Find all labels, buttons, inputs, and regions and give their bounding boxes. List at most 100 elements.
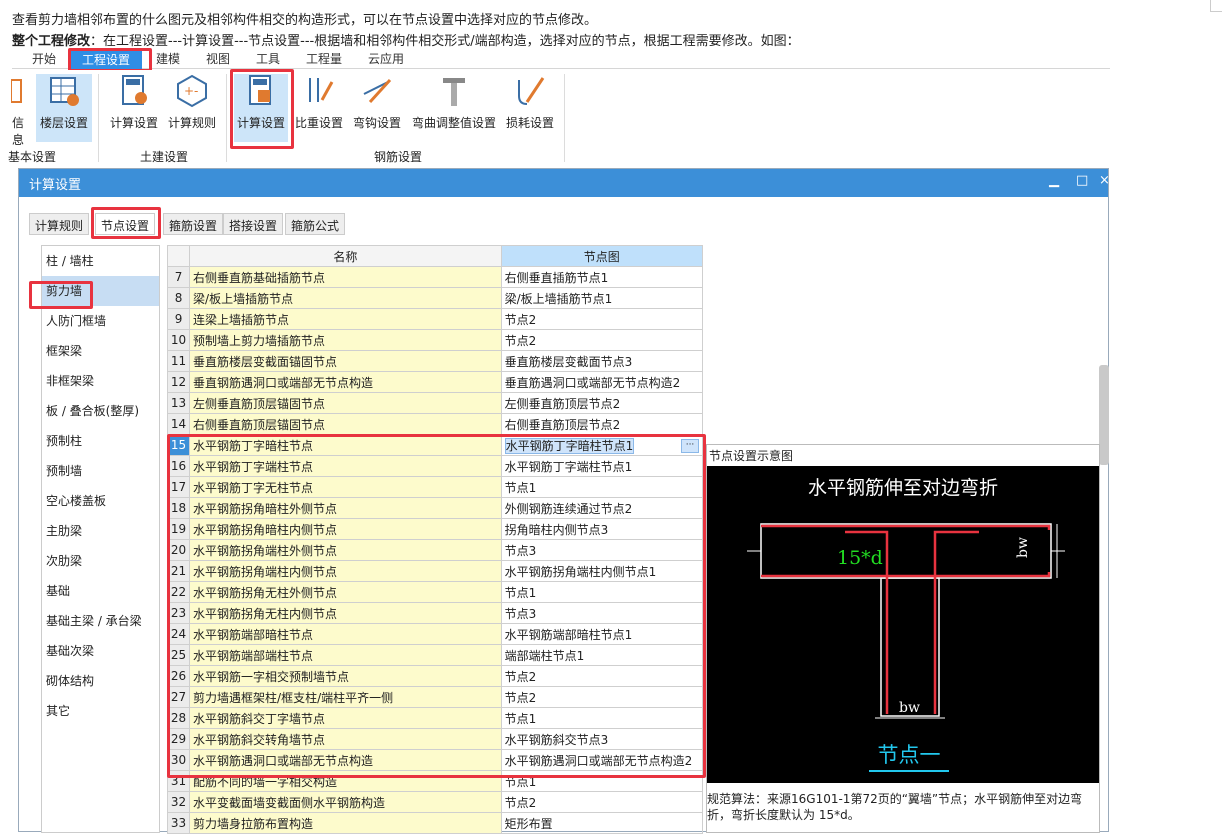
node-value-cell[interactable]: 梁/板上墙插筋节点1 [500, 287, 704, 309]
t-junction-drawing: 水平钢筋伸至对边弯折 15*d bw bw 节点一 [747, 477, 1065, 772]
node-value-cell[interactable]: 节点2 [500, 308, 704, 330]
bend-adjust-label: 弯曲调整值设置 [411, 116, 496, 130]
group-label-basic: 基本设置 [8, 150, 57, 164]
node-value-text: 左侧垂直筋顶层节点2 [504, 396, 621, 411]
svg-text:+-: +- [184, 84, 198, 98]
weight-settings-label: 比重设置 [294, 116, 343, 130]
civil-calc-settings-button[interactable]: 计算设置 [106, 74, 162, 131]
category-item[interactable]: 基础 [42, 576, 159, 606]
node-value-cell[interactable]: 节点2 [500, 329, 704, 351]
calc-settings-highlight [230, 69, 294, 149]
node-value-text: 节点2 [504, 312, 537, 327]
table-row[interactable]: 32 水平变截面墙变截面侧水平钢筋构造 节点2 [166, 791, 704, 813]
category-item[interactable]: 板 / 叠合板(整厚) [42, 396, 159, 426]
floor-settings-button[interactable]: 楼层设置 [36, 74, 92, 142]
info-icon [10, 74, 25, 108]
tab-quantity[interactable]: 工程量 [306, 50, 342, 67]
node-name-cell: 连梁上墙插筋节点 [189, 308, 502, 330]
bend-adjust-button[interactable]: 弯曲调整值设置 [408, 74, 500, 131]
dim-bw-vertical: bw [1015, 537, 1031, 558]
minimize-icon[interactable]: ▁ [1049, 173, 1059, 188]
row-number: 33 [166, 812, 191, 834]
floor-grid-icon [47, 74, 81, 108]
dim-bw-horizontal: bw [899, 700, 920, 716]
tab-highlight [68, 48, 152, 72]
category-item[interactable]: 非框架梁 [42, 366, 159, 396]
group-label-civil: 土建设置 [140, 150, 189, 164]
hook-settings-button[interactable]: 弯钩设置 [350, 74, 404, 131]
category-item[interactable]: 空心楼盖板 [42, 486, 159, 516]
dim-15d-label: 15*d [837, 547, 883, 569]
category-item[interactable]: 基础主梁 / 承台梁 [42, 606, 159, 636]
tab-tools[interactable]: 工具 [256, 50, 280, 67]
floor-settings-label: 楼层设置 [39, 116, 88, 130]
tab-modeling[interactable]: 建模 [156, 50, 180, 67]
tab-cloud[interactable]: 云应用 [368, 50, 404, 67]
table-row[interactable]: 33 剪力墙身拉筋布置构造 矩形布置 [166, 812, 704, 834]
row-number: 10 [166, 329, 191, 351]
loss-settings-button[interactable]: 损耗设置 [502, 74, 558, 131]
diagram-heading: 水平钢筋伸至对边弯折 [808, 477, 998, 499]
category-item[interactable]: 次肋梁 [42, 546, 159, 576]
node-value-cell[interactable]: 右侧垂直插筋节点1 [500, 266, 704, 288]
node-tab-highlight [91, 207, 161, 239]
tab-view[interactable]: 视图 [206, 50, 230, 67]
ribbon: 开始 工程设置 建模 视图 工具 工程量 云应用 信息 楼层设置 计算设置 +-… [8, 47, 1110, 168]
category-item[interactable]: 主肋梁 [42, 516, 159, 546]
node-value-cell[interactable]: 右侧垂直筋顶层节点2 [500, 413, 704, 435]
table-row[interactable]: 13 左侧垂直筋顶层锚固节点 左侧垂直筋顶层节点2 [166, 392, 704, 414]
vertical-scrollbar[interactable] [1099, 365, 1109, 465]
category-item[interactable]: 基础次梁 [42, 636, 159, 666]
group-separator [98, 74, 99, 162]
tab-stirrup-formula[interactable]: 箍筋公式 [285, 213, 346, 235]
preview-description: 规范算法：来源16G101-1第72页的“翼墙”节点；水平钢筋伸至对边弯折，弯折… [707, 792, 1083, 822]
node-name-cell: 预制墙上剪力墙插筋节点 [189, 329, 502, 351]
calc-rules-button[interactable]: +- 计算规则 [164, 74, 220, 131]
info-button[interactable]: 信息 [8, 74, 28, 148]
tab-start[interactable]: 开始 [32, 50, 56, 67]
table-row[interactable]: 14 右侧垂直筋顶层锚固节点 右侧垂直筋顶层节点2 [166, 413, 704, 435]
plus-minus-icon: +- [175, 74, 209, 108]
tab-stirrup-settings[interactable]: 箍筋设置 [163, 213, 224, 235]
close-icon[interactable]: × [1099, 173, 1110, 188]
node-value-cell[interactable]: 垂直筋遇洞口或端部无节点构造2 [500, 371, 704, 393]
node-value-cell[interactable]: 节点2 [500, 791, 704, 813]
rows-highlight [167, 434, 706, 778]
node-value-cell[interactable]: 左侧垂直筋顶层节点2 [500, 392, 704, 414]
table-header-row: 名称 节点图 [166, 245, 704, 267]
table-row[interactable]: 8 梁/板上墙插筋节点 梁/板上墙插筋节点1 [166, 287, 704, 309]
calc-rules-label: 计算规则 [167, 116, 216, 130]
diagram-caption: 节点一 [878, 743, 941, 767]
bend-icon [437, 74, 471, 108]
row-number: 32 [166, 791, 191, 813]
node-value-cell[interactable]: 矩形布置 [500, 812, 704, 834]
node-value-text: 梁/板上墙插筋节点1 [504, 291, 613, 306]
maximize-icon[interactable]: □ [1076, 173, 1088, 188]
calculator-icon [117, 74, 151, 108]
table-row[interactable]: 9 连梁上墙插筋节点 节点2 [166, 308, 704, 330]
category-item[interactable]: 框架梁 [42, 336, 159, 366]
loss-icon [513, 74, 547, 108]
node-value-text: 右侧垂直插筋节点1 [504, 270, 609, 285]
node-diagram: 水平钢筋伸至对边弯折 15*d bw bw 节点一 [707, 466, 1099, 783]
table-row[interactable]: 11 垂直筋楼层变截面锚固节点 垂直筋楼层变截面节点3 [166, 350, 704, 372]
category-item[interactable]: 预制墙 [42, 456, 159, 486]
category-item[interactable]: 柱 / 墙柱 [42, 246, 159, 276]
node-value-cell[interactable]: 垂直筋楼层变截面节点3 [500, 350, 704, 372]
node-name-cell: 右侧垂直筋基础插筋节点 [189, 266, 502, 288]
category-item[interactable]: 砌体结构 [42, 666, 159, 696]
category-item[interactable]: 预制柱 [42, 426, 159, 456]
category-item[interactable]: 人防门框墙 [42, 306, 159, 336]
shear-wall-highlight [29, 281, 93, 309]
table-row[interactable]: 10 预制墙上剪力墙插筋节点 节点2 [166, 329, 704, 351]
table-row[interactable]: 12 垂直钢筋遇洞口或端部无节点构造 垂直筋遇洞口或端部无节点构造2 [166, 371, 704, 393]
weight-settings-button[interactable]: 比重设置 [294, 74, 344, 131]
tab-calc-rules[interactable]: 计算规则 [29, 213, 90, 235]
node-name-cell: 左侧垂直筋顶层锚固节点 [189, 392, 502, 414]
category-item[interactable]: 其它 [42, 696, 159, 726]
tab-lap-settings[interactable]: 搭接设置 [223, 213, 284, 235]
row-number-header [166, 245, 191, 267]
node-value-text: 垂直筋楼层变截面节点3 [504, 354, 633, 369]
node-name-cell: 剪力墙身拉筋布置构造 [189, 812, 502, 834]
table-row[interactable]: 7 右侧垂直筋基础插筋节点 右侧垂直插筋节点1 [166, 266, 704, 288]
